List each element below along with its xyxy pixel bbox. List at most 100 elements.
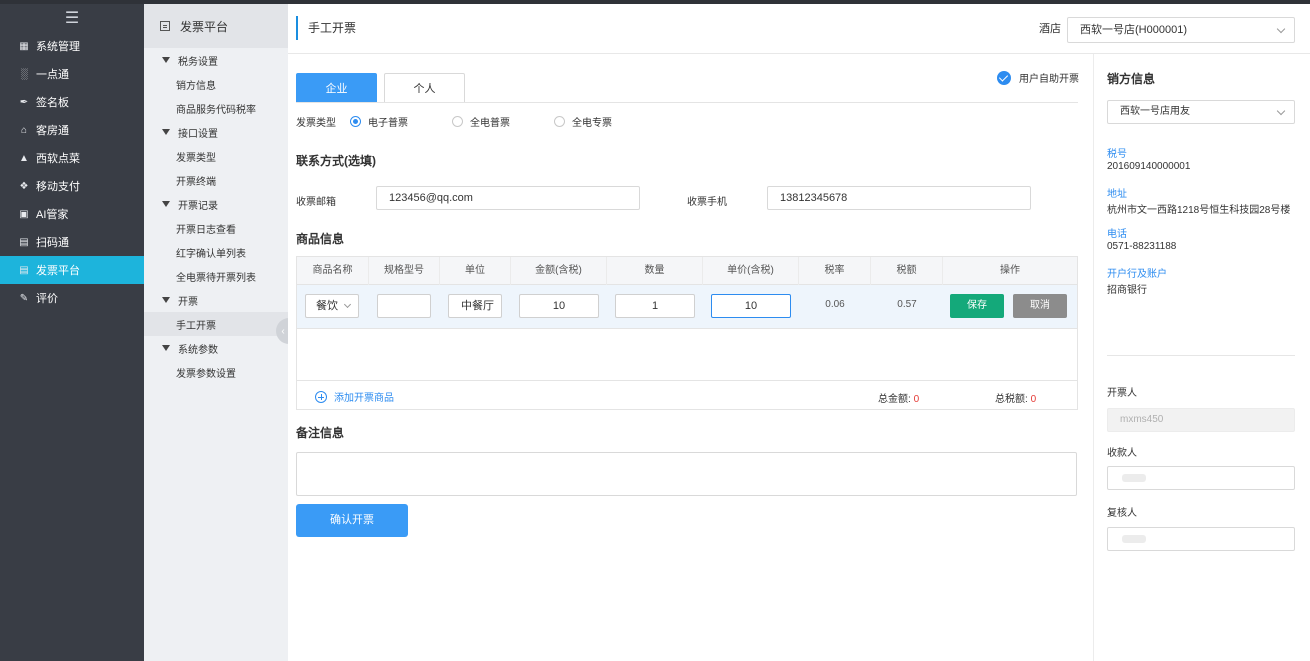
nav-item-review[interactable]: ✎ 评价: [0, 284, 144, 312]
subnav-item-tax-code[interactable]: 商品服务代码税率: [144, 96, 288, 120]
address-label: 地址: [1107, 189, 1127, 200]
radio-digital-general[interactable]: 全电普票: [452, 114, 536, 129]
hotel-select[interactable]: 西软一号店(H000001): [1067, 17, 1295, 43]
cancel-button[interactable]: 取消: [1013, 294, 1067, 318]
table-footer: 添加开票商品 总金额: 0 总税额: 0: [297, 380, 1077, 410]
spec-input[interactable]: [377, 294, 431, 318]
bank-value: 招商银行: [1107, 285, 1147, 296]
document-icon: [160, 21, 170, 31]
bar-chart-icon: ░: [20, 68, 28, 80]
tab-personal[interactable]: 个人: [384, 73, 465, 103]
nav-item-ai[interactable]: ▣ AI管家: [0, 200, 144, 228]
caret-down-icon: [162, 297, 170, 303]
seller-panel: 销方信息 西软一号店用友 税号 201609140000001 地址 杭州市文一…: [1093, 54, 1310, 661]
unit-input[interactable]: 中餐厅: [448, 294, 502, 318]
nav-item-order[interactable]: ▲ 西软点菜: [0, 144, 144, 172]
issuer-field: mxms450: [1107, 408, 1295, 432]
goods-name-select[interactable]: 餐饮: [305, 294, 359, 318]
robot-icon: ▣: [19, 208, 29, 220]
subnav-item-pending[interactable]: 全电票待开票列表: [144, 264, 288, 288]
page-title: 手工开票: [296, 16, 356, 40]
nav-item-signpad[interactable]: ✒ 签名板: [0, 88, 144, 116]
menu-icon[interactable]: ☰: [0, 4, 144, 32]
radio-e-invoice[interactable]: 电子普票: [350, 114, 434, 129]
total-amount: 总金额: 0: [878, 394, 920, 405]
chevron-down-icon: [1276, 24, 1286, 34]
radio-dot: [554, 116, 565, 127]
invoice-type-group: 发票类型 电子普票 全电普票 全电专票: [296, 114, 642, 129]
th-quantity: 数量: [607, 257, 703, 285]
payee-label: 收款人: [1107, 448, 1137, 459]
caret-down-icon: [162, 201, 170, 207]
caret-down-icon: [162, 345, 170, 351]
phone-label: 收票手机: [687, 197, 727, 208]
subnav-item-log[interactable]: 开票日志查看: [144, 216, 288, 240]
payee-field[interactable]: [1107, 466, 1295, 490]
phone-label: 电话: [1107, 229, 1127, 240]
subnav-item-manual[interactable]: 手工开票: [144, 312, 288, 336]
table-header: 商品名称 规格型号 单位 金额(含税) 数量 单价(含税) 税率 税额 操作: [297, 257, 1077, 285]
grid-icon: ▦: [19, 40, 29, 52]
nav-item-room[interactable]: ⌂ 客房通: [0, 116, 144, 144]
tax-no-label: 税号: [1107, 149, 1127, 160]
th-unit: 单位: [440, 257, 511, 285]
unit-price-input[interactable]: 10: [711, 294, 791, 318]
main-nav: ☰ ▦ 系统管理 ░ 一点通 ✒ 签名板 ⌂ 客房通 ▲ 西软点菜 ❖ 移动支付 ▣ AI管家…: [0, 4, 144, 661]
nav-item-invoice[interactable]: ▤ 发票平台: [0, 256, 144, 284]
subnav-group-interface[interactable]: 接口设置: [144, 120, 288, 144]
self-service-checkbox[interactable]: 用户自助开票: [997, 70, 1079, 85]
subnav-group-records[interactable]: 开票记录: [144, 192, 288, 216]
email-field[interactable]: 123456@qq.com: [376, 186, 640, 210]
phone-field[interactable]: 13812345678: [767, 186, 1031, 210]
add-goods-button[interactable]: 添加开票商品: [315, 389, 394, 404]
cloche-icon: ▲: [19, 152, 29, 164]
tab-enterprise[interactable]: 企业: [296, 73, 377, 103]
invoice-icon: ▤: [19, 264, 29, 276]
table-row: 餐饮 中餐厅 10 1 10 0.06 0.57 保存 取消: [297, 285, 1077, 329]
email-label: 收票邮箱: [296, 197, 336, 208]
divider: [1107, 355, 1295, 356]
tax-no-value: 201609140000001: [1107, 161, 1191, 172]
th-tax: 税额: [871, 257, 943, 285]
th-tax-rate: 税率: [799, 257, 871, 285]
quantity-input[interactable]: 1: [615, 294, 695, 318]
contact-section-title: 联系方式(选填): [296, 154, 376, 168]
subnav-header: 发票平台: [144, 4, 288, 48]
nav-item-pay[interactable]: ❖ 移动支付: [0, 172, 144, 200]
subnav-item-red-list[interactable]: 红字确认单列表: [144, 240, 288, 264]
chevron-down-icon: [343, 300, 352, 309]
coin-icon: ❖: [19, 180, 29, 192]
chevron-down-icon: [1276, 106, 1286, 116]
address-value: 杭州市文一西路1218号恒生科技园28号楼: [1107, 205, 1291, 216]
subnav-group-params[interactable]: 系统参数: [144, 336, 288, 360]
th-name: 商品名称: [297, 257, 369, 285]
remark-textarea[interactable]: [296, 452, 1077, 496]
seller-select[interactable]: 西软一号店用友: [1107, 100, 1295, 124]
amount-input[interactable]: 10: [519, 294, 599, 318]
nav-item-scan[interactable]: ▤ 扫码通: [0, 228, 144, 256]
reviewer-label: 复核人: [1107, 508, 1137, 519]
subnav-item-seller-info[interactable]: 销方信息: [144, 72, 288, 96]
th-amount: 金额(含税): [511, 257, 607, 285]
confirm-invoice-button[interactable]: 确认开票: [296, 504, 408, 537]
edit-icon: ✎: [19, 292, 29, 304]
nav-item-yidiantong[interactable]: ░ 一点通: [0, 60, 144, 88]
reviewer-field[interactable]: [1107, 527, 1295, 551]
subnav-item-invoice-type[interactable]: 发票类型: [144, 144, 288, 168]
plus-circle-icon: [315, 390, 327, 403]
subnav-group-tax[interactable]: 税务设置: [144, 48, 288, 72]
issuer-label: 开票人: [1107, 388, 1137, 399]
home-icon: ⌂: [20, 124, 28, 136]
goods-section-title: 商品信息: [296, 232, 345, 246]
masked-value: [1122, 535, 1146, 543]
subnav-item-param-settings[interactable]: 发票参数设置: [144, 360, 288, 384]
radio-digital-special[interactable]: 全电专票: [554, 114, 638, 129]
nav-item-system[interactable]: ▦ 系统管理: [0, 32, 144, 60]
save-button[interactable]: 保存: [950, 294, 1004, 318]
seller-title: 销方信息: [1107, 72, 1156, 86]
radio-dot: [350, 116, 361, 127]
hotel-label: 酒店: [1039, 23, 1061, 35]
subnav-item-terminal[interactable]: 开票终端: [144, 168, 288, 192]
subnav-group-issue[interactable]: 开票: [144, 288, 288, 312]
tax-rate-value: 0.06: [825, 299, 845, 310]
